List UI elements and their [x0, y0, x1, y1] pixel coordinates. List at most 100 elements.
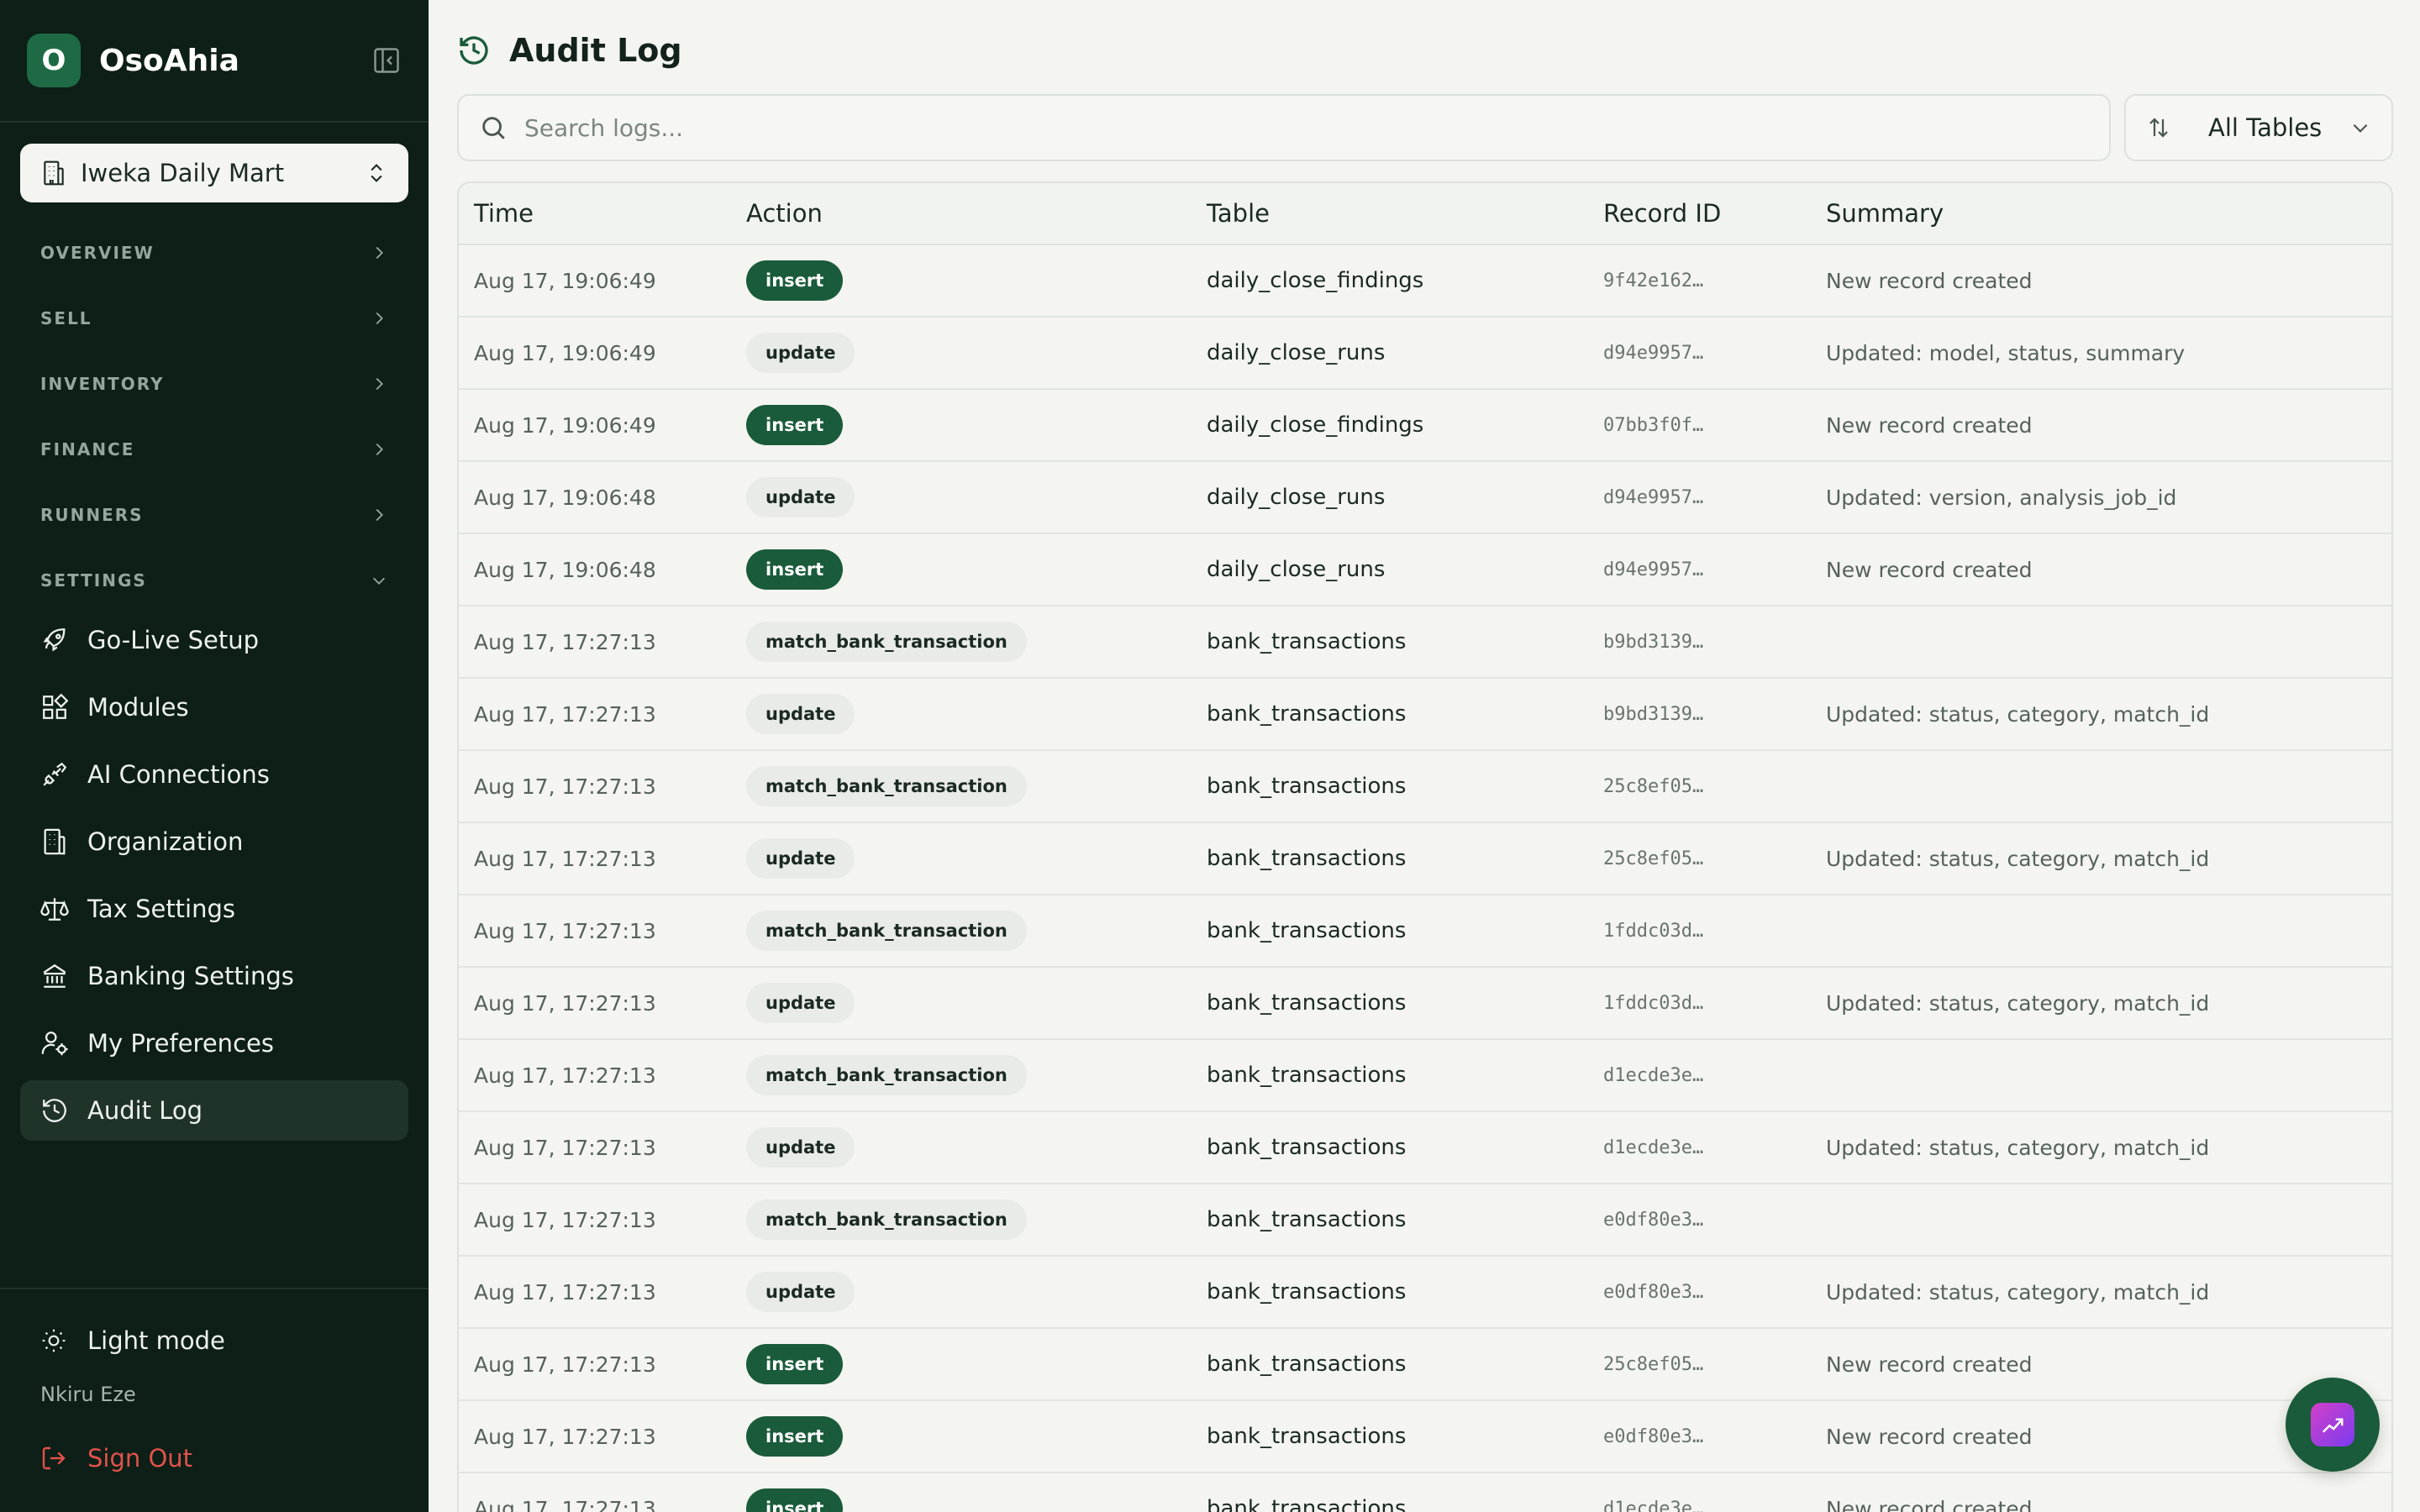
- cell-time: Aug 17, 19:06:48: [474, 557, 656, 582]
- table-row[interactable]: Aug 17, 17:27:13 insert bank_transactions e…: [459, 1401, 2391, 1473]
- chevron-down-icon: [2353, 123, 2368, 133]
- cell-time: Aug 17, 17:27:13: [474, 1352, 656, 1377]
- table-row[interactable]: Aug 17, 17:27:13 update bank_transactions b…: [459, 679, 2391, 751]
- column-header-action[interactable]: Action: [746, 199, 1207, 228]
- sidebar-item-banking-settings[interactable]: Banking Settings: [20, 946, 408, 1006]
- table-row[interactable]: Aug 17, 17:27:13 match_bank_transaction ba…: [459, 1040, 2391, 1112]
- table-row[interactable]: Aug 17, 17:27:13 update bank_transactions e…: [459, 1257, 2391, 1329]
- sidebar-item-ai-connections[interactable]: AI Connections: [20, 744, 408, 805]
- action-badge: match_bank_transaction: [746, 1200, 1027, 1240]
- table-row[interactable]: Aug 17, 17:27:13 match_bank_transaction ba…: [459, 1184, 2391, 1257]
- section-runners[interactable]: RUNNERS: [40, 498, 388, 532]
- sidebar-item-modules[interactable]: Modules: [20, 677, 408, 738]
- column-header-record-id[interactable]: Record ID: [1603, 199, 1826, 228]
- cell-time: Aug 17, 17:27:13: [474, 1279, 656, 1305]
- light-mode-toggle[interactable]: Light mode: [40, 1322, 225, 1359]
- cell-table: bank_transactions: [1207, 1063, 1407, 1088]
- sidebar-item-label: Tax Settings: [87, 895, 236, 923]
- sidebar-item-label: Banking Settings: [87, 962, 294, 990]
- table-row[interactable]: Aug 17, 17:27:13 match_bank_transaction ba…: [459, 895, 2391, 968]
- table-row[interactable]: Aug 17, 17:27:13 update bank_transactions 1…: [459, 968, 2391, 1040]
- section-inventory[interactable]: INVENTORY: [40, 367, 388, 401]
- section-label: SETTINGS: [40, 570, 147, 591]
- sidebar-item-go-live-setup[interactable]: Go-Live Setup: [20, 610, 408, 670]
- cell-record-id: b9bd3139…: [1603, 631, 1704, 653]
- cell-summary: Updated: version, analysis_job_id: [1826, 485, 2177, 510]
- cell-time: Aug 17, 17:27:13: [474, 1424, 656, 1449]
- cell-record-id: e0df80e3…: [1603, 1209, 1704, 1231]
- search-bar: [457, 94, 2111, 161]
- table-filter-value: All Tables: [2208, 113, 2323, 142]
- action-badge: insert: [746, 1488, 844, 1512]
- action-badge: insert: [746, 260, 844, 301]
- cell-action: update: [746, 694, 1207, 734]
- analytics-fab-button[interactable]: [2286, 1378, 2380, 1472]
- search-input[interactable]: [524, 113, 2037, 142]
- sidebar-item-my-preferences[interactable]: My Preferences: [20, 1013, 408, 1074]
- action-badge: insert: [746, 405, 844, 445]
- cell-action: update: [746, 333, 1207, 373]
- org-switcher[interactable]: Iweka Daily Mart: [20, 144, 408, 202]
- cell-summary: Updated: status, category, match_id: [1826, 990, 2210, 1016]
- cell-record-id: d1ecde3e…: [1603, 1137, 1704, 1158]
- cell-summary: New record created: [1826, 268, 2033, 293]
- cell-record-id: 1fddc03d…: [1603, 992, 1704, 1014]
- table-row[interactable]: Aug 17, 17:27:13 insert bank_transactions d…: [459, 1473, 2391, 1512]
- column-header-table[interactable]: Table: [1207, 199, 1603, 228]
- cell-table: bank_transactions: [1207, 846, 1407, 871]
- table-row[interactable]: Aug 17, 17:27:13 match_bank_transaction ba…: [459, 751, 2391, 823]
- sign-out-button[interactable]: Sign Out: [40, 1440, 192, 1477]
- cell-record-id: 25c8ef05…: [1603, 1353, 1704, 1375]
- brand-divider: [0, 121, 429, 123]
- table-row[interactable]: Aug 17, 17:27:13 insert bank_transactions 2…: [459, 1329, 2391, 1401]
- table-filter-select[interactable]: All Tables: [2124, 94, 2393, 161]
- cell-time: Aug 17, 19:06:49: [474, 412, 656, 438]
- cell-table: daily_close_runs: [1207, 557, 1386, 582]
- scale-icon: [40, 898, 69, 921]
- cell-time: Aug 17, 17:27:13: [474, 1207, 656, 1232]
- table-row[interactable]: Aug 17, 17:27:13 update bank_transactions 2…: [459, 823, 2391, 895]
- action-badge: match_bank_transaction: [746, 911, 1027, 951]
- cell-table: bank_transactions: [1207, 1352, 1407, 1377]
- section-sell[interactable]: SELL: [40, 302, 388, 335]
- table-row[interactable]: Aug 17, 19:06:48 insert daily_close_runs d9…: [459, 534, 2391, 606]
- table-row[interactable]: Aug 17, 17:27:13 match_bank_transaction ba…: [459, 606, 2391, 679]
- cell-time: Aug 17, 17:27:13: [474, 774, 656, 799]
- cell-table: daily_close_runs: [1207, 340, 1386, 365]
- cell-table: bank_transactions: [1207, 1279, 1407, 1305]
- cell-table: bank_transactions: [1207, 1135, 1407, 1160]
- history-icon: [43, 1099, 66, 1122]
- table-row[interactable]: Aug 17, 19:06:49 insert daily_close_findin…: [459, 390, 2391, 462]
- log-out-icon: [42, 1446, 66, 1470]
- page-header: Audit Log: [457, 30, 682, 71]
- table-row[interactable]: Aug 17, 17:27:13 update bank_transactions d…: [459, 1112, 2391, 1184]
- sidebar-item-tax-settings[interactable]: Tax Settings: [20, 879, 408, 939]
- sidebar-collapse-icon[interactable]: [371, 45, 402, 76]
- table-row[interactable]: Aug 17, 19:06:49 insert daily_close_findin…: [459, 245, 2391, 318]
- section-label: FINANCE: [40, 439, 135, 459]
- sidebar-item-audit-log[interactable]: Audit Log: [20, 1080, 408, 1141]
- plug-icon: [43, 762, 67, 786]
- cell-time: Aug 17, 17:27:13: [474, 1496, 656, 1512]
- table-row[interactable]: Aug 17, 19:06:48 update daily_close_runs d9…: [459, 462, 2391, 534]
- table-row[interactable]: Aug 17, 19:06:49 update daily_close_runs d9…: [459, 318, 2391, 390]
- cell-action: insert: [746, 260, 1207, 301]
- chevron-right-icon: [376, 377, 383, 391]
- column-header-summary[interactable]: Summary: [1826, 199, 2391, 228]
- chevrons-up-down-icon: [371, 164, 382, 182]
- section-finance[interactable]: FINANCE: [40, 433, 388, 466]
- cell-record-id: d94e9957…: [1603, 342, 1704, 364]
- sidebar-item-organization[interactable]: Organization: [20, 811, 408, 872]
- section-overview[interactable]: OVERVIEW: [40, 236, 388, 270]
- cell-record-id: 1fddc03d…: [1603, 920, 1704, 942]
- cell-action: match_bank_transaction: [746, 622, 1207, 662]
- cell-record-id: e0df80e3…: [1603, 1281, 1704, 1303]
- cell-record-id: d94e9957…: [1603, 486, 1704, 508]
- cell-summary: Updated: status, category, match_id: [1826, 846, 2210, 871]
- cell-table: bank_transactions: [1207, 1424, 1407, 1449]
- section-settings[interactable]: SETTINGS: [40, 564, 388, 597]
- modules-icon: [43, 693, 69, 719]
- column-header-time[interactable]: Time: [459, 199, 746, 228]
- cell-time: Aug 17, 17:27:13: [474, 990, 656, 1016]
- cell-table: daily_close_findings: [1207, 268, 1424, 293]
